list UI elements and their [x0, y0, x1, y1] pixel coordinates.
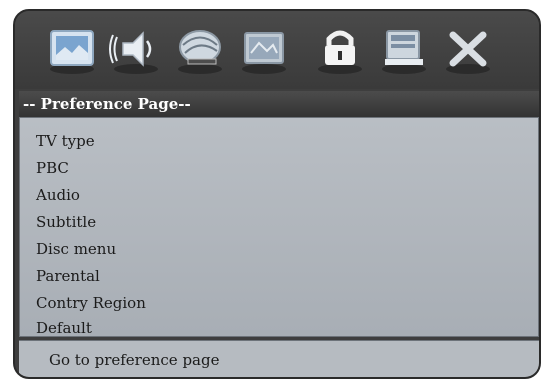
menu-item-disc-menu[interactable]: Disc menu — [36, 240, 116, 258]
general-setup-icon[interactable] — [45, 25, 99, 75]
preference-icon[interactable] — [377, 25, 431, 75]
setup-toolbar — [15, 11, 539, 89]
exit-setup-icon[interactable] — [441, 25, 495, 75]
preference-menu: TV type PBC Audio Subtitle Disc menu Par… — [19, 117, 539, 337]
menu-item-default[interactable]: Default — [36, 319, 92, 337]
menu-item-tv-type[interactable]: TV type — [36, 132, 95, 150]
menu-item-audio[interactable]: Audio — [36, 186, 80, 204]
setup-menu-window: -- Preference Page-- TV type PBC Audio S… — [13, 9, 541, 379]
menu-item-parental[interactable]: Parental — [36, 267, 100, 285]
video-setup-icon[interactable] — [237, 25, 291, 75]
status-bar: Go to preference page — [19, 340, 539, 377]
menu-item-pbc[interactable]: PBC — [36, 159, 69, 177]
menu-item-country-region[interactable]: Contry Region — [36, 294, 146, 312]
page-title: -- Preference Page-- — [19, 91, 539, 117]
audio-setup-icon[interactable] — [109, 25, 163, 75]
dolby-digital-setup-icon[interactable] — [173, 25, 227, 75]
password-lock-icon[interactable] — [313, 25, 367, 75]
menu-item-subtitle[interactable]: Subtitle — [36, 213, 96, 231]
